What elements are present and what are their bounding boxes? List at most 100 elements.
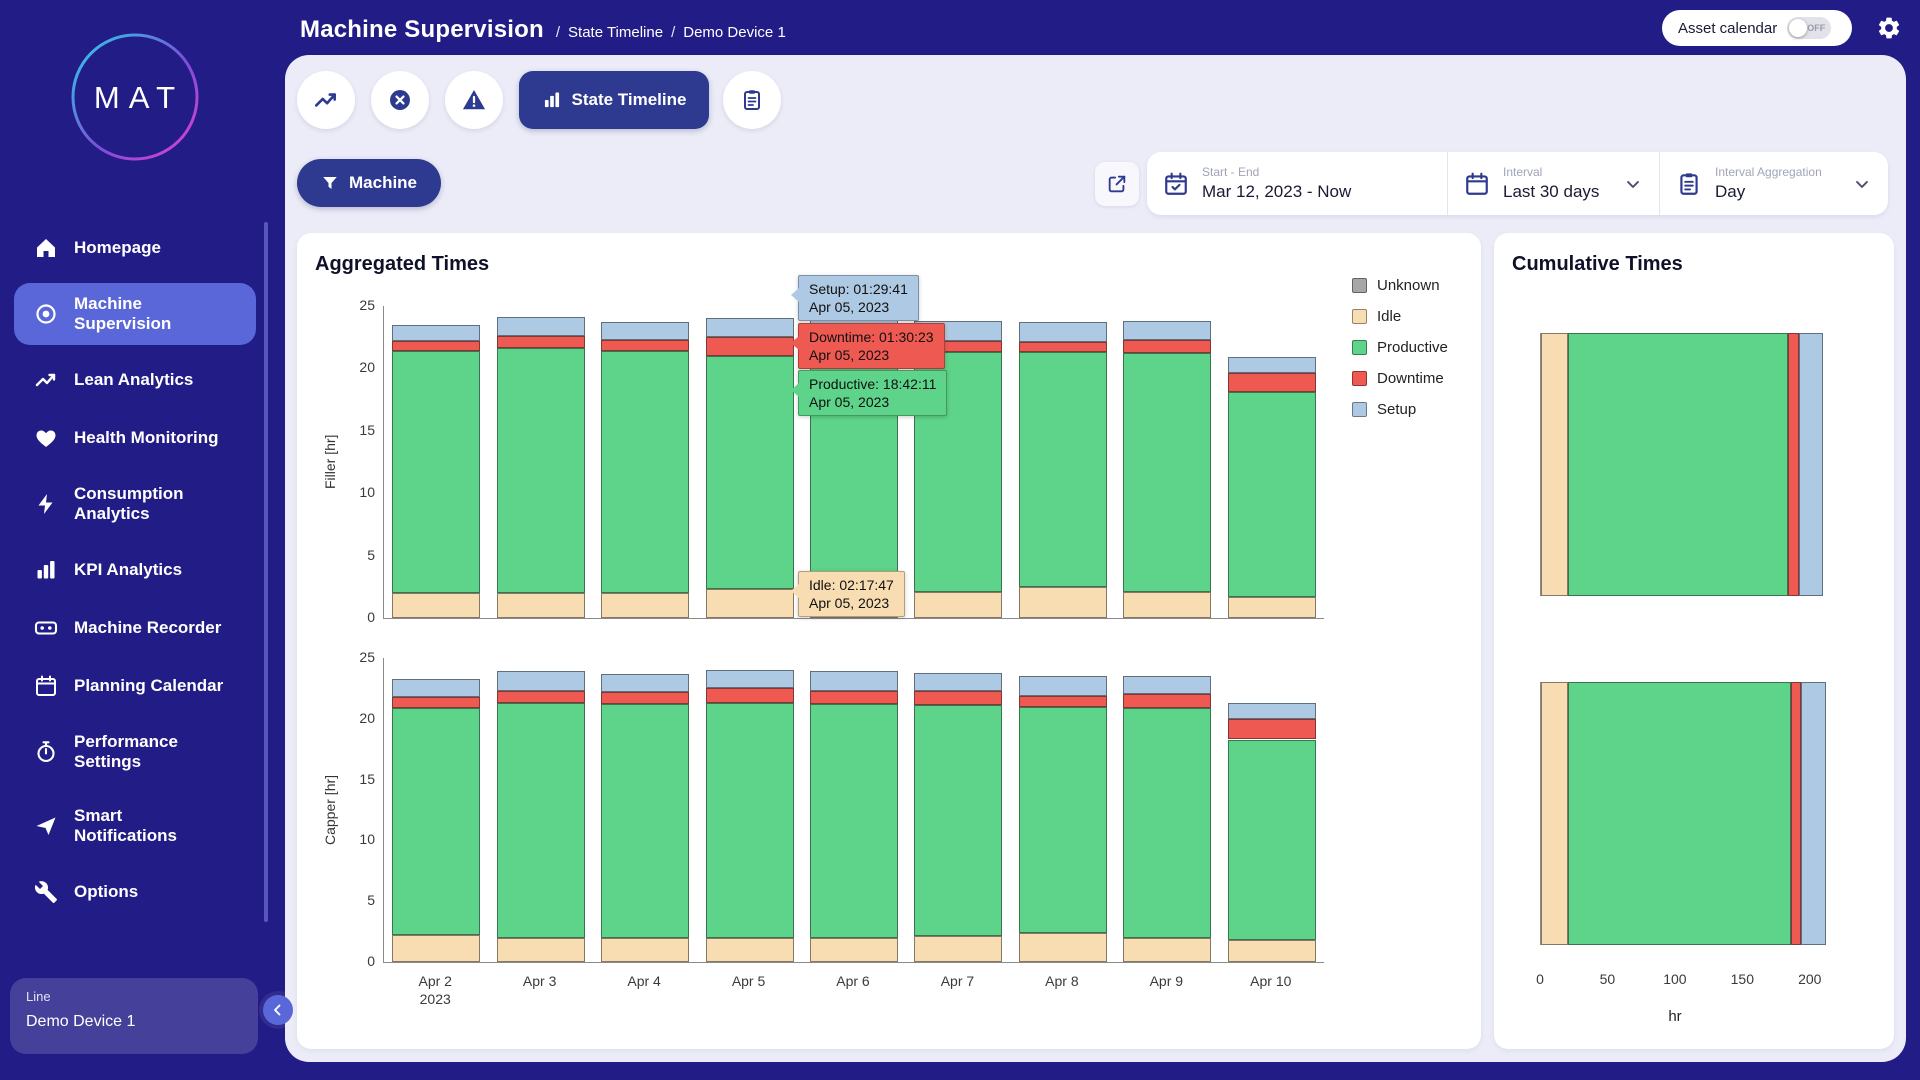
breadcrumb-item[interactable]: Demo Device 1: [683, 24, 786, 41]
bar-downtime-segment[interactable]: [497, 336, 585, 348]
sidebar-item-kpi-analytics[interactable]: KPI Analytics: [14, 547, 256, 593]
bar-downtime-segment[interactable]: [914, 691, 1002, 706]
bar-idle-segment[interactable]: [810, 938, 898, 962]
bar-productive-segment[interactable]: [1568, 682, 1791, 945]
tab-alarms[interactable]: [445, 71, 503, 129]
bar-productive-segment[interactable]: [392, 708, 480, 935]
bar-downtime-segment[interactable]: [497, 691, 585, 703]
bar-idle-segment[interactable]: [1541, 333, 1568, 596]
bar-productive-segment[interactable]: [1019, 707, 1107, 933]
legend-item-downtime[interactable]: Downtime: [1352, 370, 1448, 387]
bar-downtime-segment[interactable]: [1228, 719, 1316, 740]
bar-downtime-segment[interactable]: [706, 337, 794, 356]
sidebar-collapse-button[interactable]: [263, 995, 293, 1025]
breadcrumb-item[interactable]: State Timeline: [568, 24, 663, 41]
bar-idle-segment[interactable]: [706, 938, 794, 962]
legend-item-setup[interactable]: Setup: [1352, 401, 1448, 418]
bar-setup-segment[interactable]: [497, 317, 585, 336]
interval-select[interactable]: Interval Last 30 days: [1447, 152, 1659, 215]
sidebar-item-consumption-analytics[interactable]: Consumption Analytics: [14, 473, 256, 535]
bar-idle-segment[interactable]: [914, 592, 1002, 618]
bar-downtime-segment[interactable]: [392, 341, 480, 351]
bar-idle-segment[interactable]: [1019, 587, 1107, 618]
tab-trend[interactable]: [297, 71, 355, 129]
bar-productive-segment[interactable]: [810, 704, 898, 937]
bar-setup-segment[interactable]: [1019, 676, 1107, 695]
bar-downtime-segment[interactable]: [1019, 342, 1107, 352]
tab-stop-causes[interactable]: [371, 71, 429, 129]
bar-idle-segment[interactable]: [392, 935, 480, 962]
bar-productive-segment[interactable]: [497, 703, 585, 938]
bar-productive-segment[interactable]: [1019, 352, 1107, 587]
bar-setup-segment[interactable]: [1228, 703, 1316, 719]
bar-productive-segment[interactable]: [601, 704, 689, 937]
bar-setup-segment[interactable]: [1019, 322, 1107, 342]
bar-setup-segment[interactable]: [810, 671, 898, 690]
asset-calendar-toggle[interactable]: OFF: [1787, 17, 1831, 39]
bar-productive-segment[interactable]: [706, 703, 794, 938]
bar-setup-segment[interactable]: [1228, 357, 1316, 373]
sidebar-item-performance-settings[interactable]: Performance Settings: [14, 721, 256, 783]
bar-downtime-segment[interactable]: [392, 697, 480, 708]
sidebar-item-homepage[interactable]: Homepage: [14, 225, 256, 271]
bar-idle-segment[interactable]: [914, 936, 1002, 962]
bar-idle-segment[interactable]: [392, 593, 480, 618]
bar-downtime-segment[interactable]: [706, 688, 794, 703]
bar-setup-segment[interactable]: [1123, 321, 1211, 340]
bar-setup-segment[interactable]: [392, 325, 480, 341]
legend-item-productive[interactable]: Productive: [1352, 339, 1448, 356]
bar-idle-segment[interactable]: [706, 589, 794, 618]
bar-setup-segment[interactable]: [914, 673, 1002, 691]
bar-setup-segment[interactable]: [706, 670, 794, 688]
bar-productive-segment[interactable]: [1228, 392, 1316, 597]
bar-setup-segment[interactable]: [497, 671, 585, 690]
bar-productive-segment[interactable]: [1228, 740, 1316, 941]
aggregation-select[interactable]: Interval Aggregation Day: [1659, 152, 1888, 215]
sidebar-item-machine-supervision[interactable]: Machine Supervision: [14, 283, 256, 345]
date-range-picker[interactable]: Start - End Mar 12, 2023 - Now: [1147, 152, 1447, 215]
sidebar-item-machine-recorder[interactable]: Machine Recorder: [14, 605, 256, 651]
bar-downtime-segment[interactable]: [1788, 333, 1799, 596]
bar-idle-segment[interactable]: [1019, 933, 1107, 962]
export-button[interactable]: [1095, 162, 1139, 206]
bar-idle-segment[interactable]: [601, 938, 689, 962]
bar-setup-segment[interactable]: [601, 322, 689, 339]
bar-downtime-segment[interactable]: [1228, 373, 1316, 392]
bar-productive-segment[interactable]: [706, 356, 794, 589]
device-selector[interactable]: Line Demo Device 1: [10, 978, 258, 1054]
bar-setup-segment[interactable]: [601, 674, 689, 692]
bar-idle-segment[interactable]: [497, 938, 585, 962]
bar-idle-segment[interactable]: [601, 593, 689, 618]
bar-productive-segment[interactable]: [1123, 353, 1211, 591]
bar-downtime-segment[interactable]: [1123, 694, 1211, 707]
bar-idle-segment[interactable]: [1228, 940, 1316, 962]
sidebar-item-planning-calendar[interactable]: Planning Calendar: [14, 663, 256, 709]
bar-idle-segment[interactable]: [1541, 682, 1568, 945]
bar-productive-segment[interactable]: [601, 351, 689, 593]
bar-downtime-segment[interactable]: [810, 691, 898, 704]
bar-idle-segment[interactable]: [1123, 938, 1211, 962]
bar-downtime-segment[interactable]: [601, 692, 689, 704]
sidebar-item-health-monitoring[interactable]: Health Monitoring: [14, 415, 256, 461]
bar-productive-segment[interactable]: [1123, 708, 1211, 938]
tab-reports[interactable]: [723, 71, 781, 129]
sidebar-item-lean-analytics[interactable]: Lean Analytics: [14, 357, 256, 403]
machine-filter-button[interactable]: Machine: [297, 159, 441, 207]
sidebar-scrollbar[interactable]: [264, 222, 268, 922]
sidebar-item-smart-notifications[interactable]: Smart Notifications: [14, 795, 256, 857]
settings-gear-button[interactable]: [1876, 15, 1902, 41]
bar-setup-segment[interactable]: [1801, 682, 1825, 945]
bar-downtime-segment[interactable]: [1019, 696, 1107, 707]
bar-productive-segment[interactable]: [497, 348, 585, 593]
bar-productive-segment[interactable]: [1568, 333, 1788, 596]
bar-idle-segment[interactable]: [1123, 592, 1211, 618]
sidebar-item-options[interactable]: Options: [14, 869, 256, 915]
bar-downtime-segment[interactable]: [1791, 682, 1802, 945]
asset-calendar-control[interactable]: Asset calendar OFF: [1662, 10, 1852, 46]
bar-idle-segment[interactable]: [1228, 597, 1316, 618]
legend-item-idle[interactable]: Idle: [1352, 308, 1448, 325]
tab-state-timeline[interactable]: State Timeline: [519, 71, 709, 129]
bar-downtime-segment[interactable]: [601, 340, 689, 351]
bar-setup-segment[interactable]: [1123, 676, 1211, 694]
bar-productive-segment[interactable]: [914, 705, 1002, 936]
